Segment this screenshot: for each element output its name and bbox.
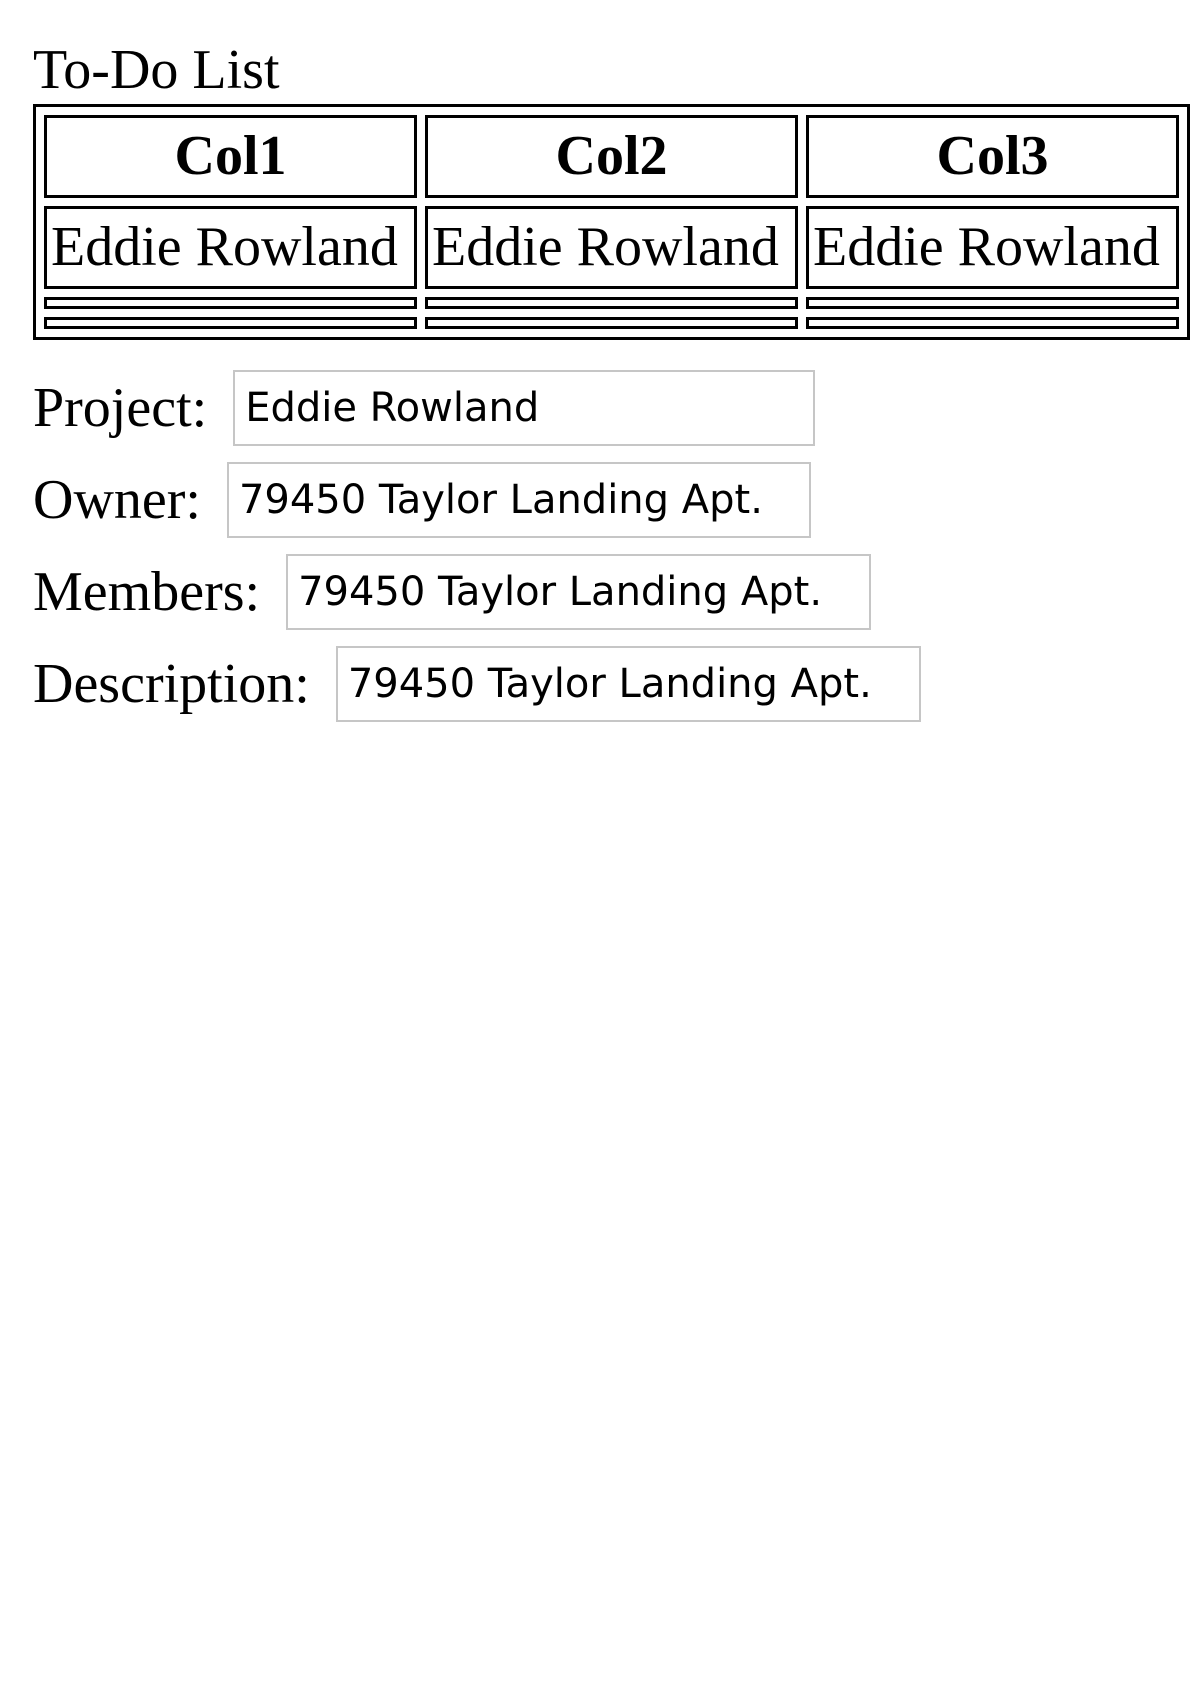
table-cell-col2: Eddie Rowland <box>425 206 798 289</box>
table-cell-empty <box>425 297 798 309</box>
members-label: Members: <box>33 561 261 623</box>
members-row: Members: <box>33 554 872 630</box>
table-cell-col3: Eddie Rowland <box>806 206 1179 289</box>
owner-row: Owner: <box>33 462 811 538</box>
column-header-col1: Col1 <box>44 115 417 198</box>
table-cell-col1: Eddie Rowland <box>44 206 417 289</box>
todo-table-container: Col1 Col2 Col3 Eddie Rowland Eddie Rowla… <box>33 104 1190 360</box>
project-input[interactable] <box>233 370 816 446</box>
table-cell-empty <box>806 317 1179 329</box>
table-header-row: Col1 Col2 Col3 <box>44 115 1179 198</box>
table-row: Eddie Rowland Eddie Rowland Eddie Rowlan… <box>44 206 1179 289</box>
description-row: Description: <box>33 646 921 722</box>
table-row-empty <box>44 317 1179 329</box>
column-header-col2: Col2 <box>425 115 798 198</box>
owner-input[interactable] <box>226 462 811 538</box>
column-header-col3: Col3 <box>806 115 1179 198</box>
table-row-empty <box>44 297 1179 309</box>
table-cell-empty <box>806 297 1179 309</box>
members-input[interactable] <box>286 554 872 630</box>
description-label: Description: <box>33 653 310 715</box>
page-title: To-Do List <box>33 39 280 101</box>
project-label: Project: <box>33 377 208 439</box>
owner-label: Owner: <box>33 469 201 531</box>
todo-table: Col1 Col2 Col3 Eddie Rowland Eddie Rowla… <box>33 104 1190 340</box>
table-cell-empty <box>425 317 798 329</box>
table-cell-empty <box>44 317 417 329</box>
table-cell-empty <box>44 297 417 309</box>
project-row: Project: <box>33 370 816 446</box>
description-input[interactable] <box>335 646 921 722</box>
